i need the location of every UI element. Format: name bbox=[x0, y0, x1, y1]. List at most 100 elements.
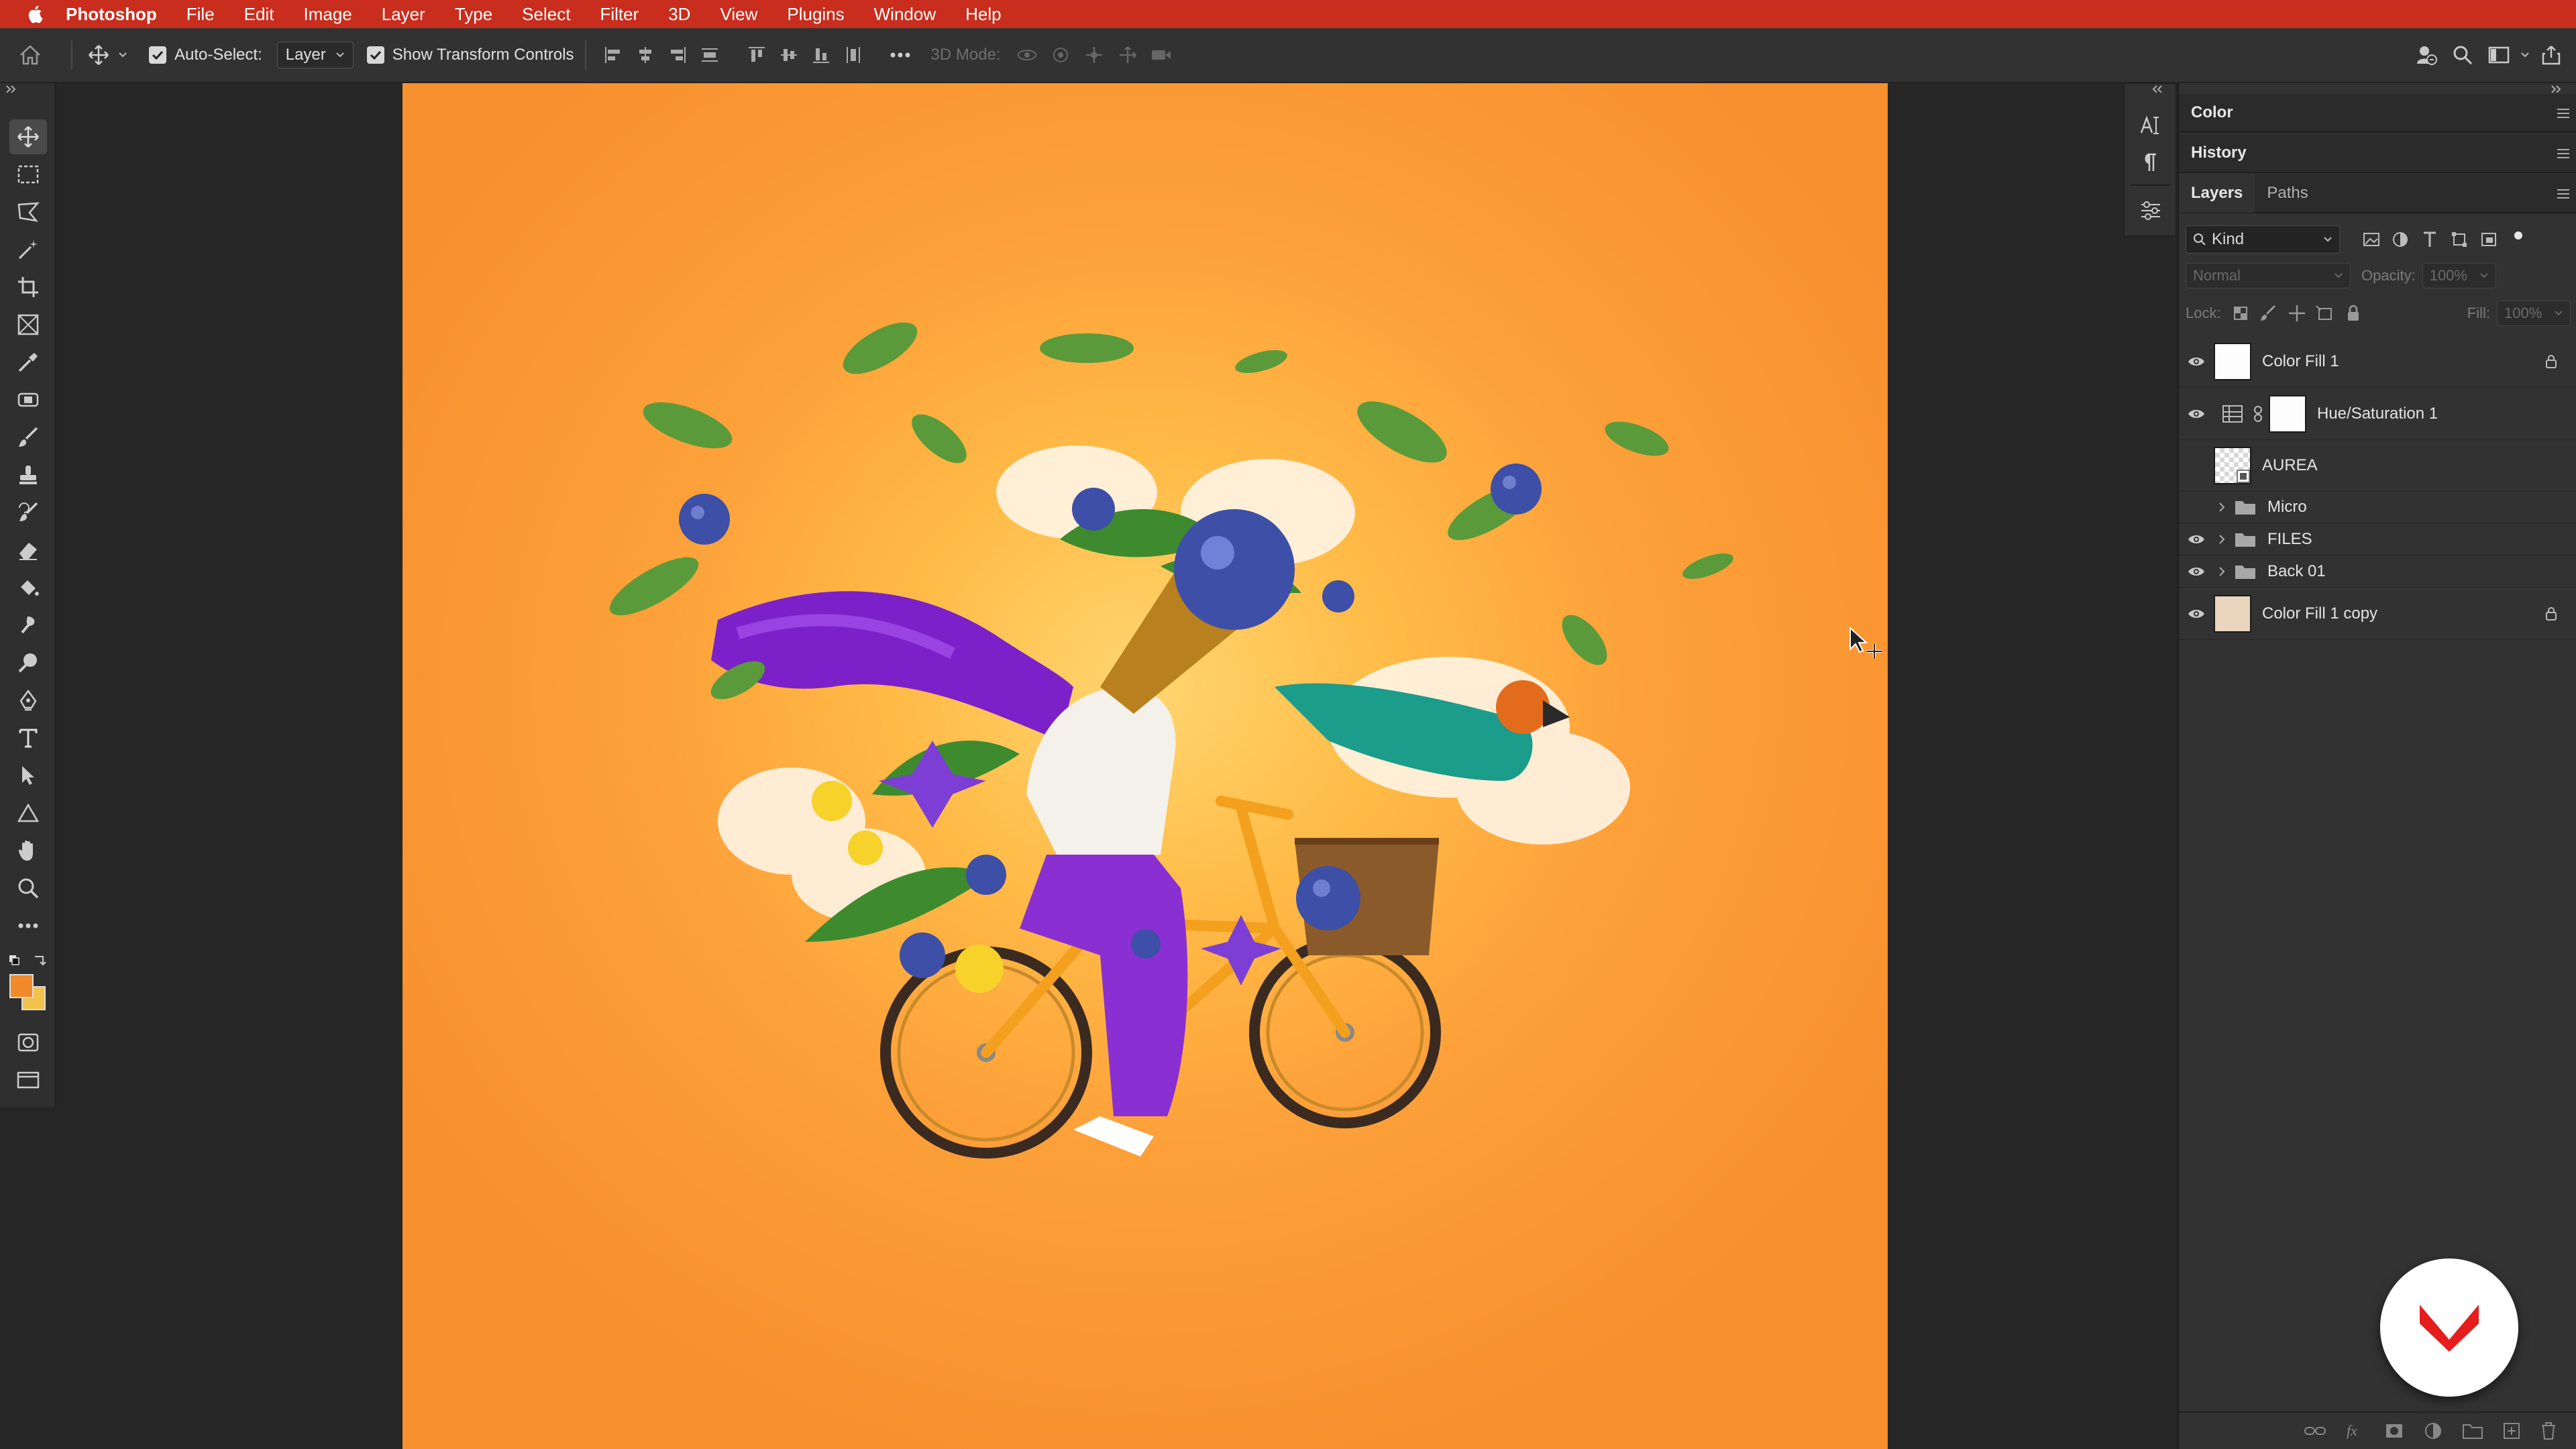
filter-smart-object-icon[interactable] bbox=[2474, 227, 2504, 252]
tab-history[interactable]: History bbox=[2179, 133, 2259, 172]
menu-plugins[interactable]: Plugins bbox=[772, 0, 859, 28]
swap-colors[interactable] bbox=[8, 953, 48, 969]
auto-select-checkbox[interactable] bbox=[149, 46, 166, 64]
layer-row-files[interactable]: FILES bbox=[2179, 523, 2576, 555]
clone-stamp-tool[interactable] bbox=[9, 458, 47, 492]
3d-pan-icon[interactable] bbox=[1077, 45, 1111, 65]
align-right-icon[interactable] bbox=[661, 45, 694, 65]
3d-orbit-icon[interactable] bbox=[1010, 46, 1044, 64]
lock-transparent-icon[interactable] bbox=[2226, 302, 2255, 325]
tab-color[interactable]: Color bbox=[2179, 93, 2245, 132]
dodge-tool[interactable] bbox=[9, 645, 47, 680]
distribute-vertical-icon[interactable] bbox=[837, 45, 869, 65]
chevron-right-icon[interactable] bbox=[2214, 502, 2230, 513]
chevron-right-icon[interactable] bbox=[2214, 534, 2230, 545]
adjustments-icon[interactable] bbox=[2135, 195, 2166, 226]
chevron-down-icon[interactable] bbox=[114, 52, 131, 58]
workspace-icon[interactable] bbox=[2481, 46, 2517, 64]
lock-artboard-icon[interactable] bbox=[2311, 302, 2339, 325]
crop-tool[interactable] bbox=[9, 270, 47, 305]
menu-image[interactable]: Image bbox=[288, 0, 366, 28]
chevron-right-icon[interactable] bbox=[2214, 566, 2230, 577]
layer-row-back-01[interactable]: Back 01 bbox=[2179, 555, 2576, 588]
panel-menu-icon[interactable] bbox=[2556, 107, 2571, 120]
visibility-eye-icon[interactable] bbox=[2179, 356, 2214, 367]
blend-mode-select[interactable]: Normal bbox=[2186, 263, 2351, 288]
show-transform-checkbox[interactable] bbox=[366, 46, 384, 64]
lasso-tool[interactable] bbox=[9, 195, 47, 229]
share-people-icon[interactable] bbox=[2408, 44, 2445, 66]
search-icon[interactable] bbox=[2445, 45, 2481, 65]
hand-tool[interactable] bbox=[9, 833, 47, 868]
tab-paths[interactable]: Paths bbox=[2255, 174, 2320, 213]
menu-3d[interactable]: 3D bbox=[653, 0, 705, 28]
eraser-tool[interactable] bbox=[9, 533, 47, 568]
layer-kind-filter[interactable]: Kind bbox=[2186, 225, 2340, 254]
history-brush-tool[interactable] bbox=[9, 495, 47, 530]
menu-layer[interactable]: Layer bbox=[367, 0, 440, 28]
share-icon[interactable] bbox=[2533, 44, 2569, 66]
panel-menu-icon[interactable] bbox=[2556, 187, 2571, 201]
opacity-field[interactable]: 100% bbox=[2422, 263, 2496, 288]
brush-tool[interactable] bbox=[9, 420, 47, 455]
layer-mask-thumbnail[interactable] bbox=[2269, 394, 2306, 433]
menu-file[interactable]: File bbox=[172, 0, 229, 28]
visibility-eye-icon[interactable] bbox=[2179, 534, 2214, 545]
align-top-icon[interactable] bbox=[741, 45, 773, 65]
visibility-eye-icon[interactable] bbox=[2179, 409, 2214, 419]
menu-type[interactable]: Type bbox=[440, 0, 507, 28]
add-mask-icon[interactable] bbox=[2384, 1422, 2404, 1440]
lock-position-icon[interactable] bbox=[2283, 302, 2311, 325]
more-options-icon[interactable] bbox=[884, 52, 916, 58]
filter-adjustment-icon[interactable] bbox=[2385, 227, 2415, 252]
align-left-icon[interactable] bbox=[597, 45, 629, 65]
paragraph-icon[interactable] bbox=[2135, 147, 2166, 178]
chevron-down-icon[interactable] bbox=[2517, 52, 2533, 58]
foreground-color-swatch[interactable] bbox=[9, 974, 34, 998]
filter-shape-icon[interactable] bbox=[2445, 227, 2474, 252]
object-select-tool[interactable] bbox=[9, 232, 47, 267]
color-swatches[interactable] bbox=[8, 973, 48, 1013]
type-tool[interactable] bbox=[9, 720, 47, 755]
3d-slide-icon[interactable] bbox=[1111, 45, 1144, 65]
marquee-tool[interactable] bbox=[9, 157, 47, 192]
quick-mask-button[interactable] bbox=[9, 1025, 47, 1060]
more-tools[interactable] bbox=[9, 908, 47, 943]
move-tool[interactable] bbox=[9, 119, 47, 154]
lock-brush-icon[interactable] bbox=[2255, 302, 2283, 325]
3d-roll-icon[interactable] bbox=[1044, 46, 1077, 64]
link-layers-icon[interactable] bbox=[2304, 1424, 2326, 1438]
layer-row-color-fill-1[interactable]: Color Fill 1 bbox=[2179, 335, 2576, 388]
screen-mode-button[interactable] bbox=[9, 1063, 47, 1097]
pen-tool[interactable] bbox=[9, 683, 47, 718]
document-canvas[interactable] bbox=[402, 83, 1888, 1449]
trash-icon[interactable] bbox=[2540, 1421, 2557, 1441]
align-bottom-icon[interactable] bbox=[805, 45, 837, 65]
filter-type-icon[interactable] bbox=[2415, 227, 2445, 252]
new-adjustment-icon[interactable] bbox=[2423, 1421, 2443, 1441]
collapse-panels-icon[interactable] bbox=[2151, 85, 2164, 94]
panel-menu-icon[interactable] bbox=[2556, 147, 2571, 160]
apple-icon[interactable] bbox=[23, 0, 50, 28]
zoom-tool[interactable] bbox=[9, 871, 47, 906]
document-workspace[interactable] bbox=[58, 83, 2131, 1449]
eyedropper-tool[interactable] bbox=[9, 345, 47, 380]
filter-toggle-icon[interactable] bbox=[2504, 227, 2533, 252]
layer-row-micro[interactable]: Micro bbox=[2179, 491, 2576, 523]
menu-help[interactable]: Help bbox=[951, 0, 1016, 28]
align-center-icon[interactable] bbox=[629, 45, 661, 65]
frame-tool[interactable] bbox=[9, 307, 47, 342]
smudge-tool[interactable] bbox=[9, 608, 47, 643]
collapse-panels-icon[interactable] bbox=[2549, 85, 2563, 94]
fx-icon[interactable]: fx bbox=[2345, 1422, 2365, 1440]
visibility-eye-icon[interactable] bbox=[2179, 566, 2214, 577]
healing-tool[interactable] bbox=[9, 382, 47, 417]
new-layer-icon[interactable] bbox=[2502, 1421, 2521, 1440]
visibility-eye-icon[interactable] bbox=[2179, 608, 2214, 619]
fill-field[interactable]: 100% bbox=[2497, 301, 2571, 326]
menu-window[interactable]: Window bbox=[859, 0, 951, 28]
menu-filter[interactable]: Filter bbox=[585, 0, 653, 28]
auto-select-dropdown[interactable]: Layer bbox=[276, 42, 354, 68]
move-tool-icon[interactable] bbox=[83, 40, 114, 70]
home-icon[interactable] bbox=[0, 28, 60, 83]
